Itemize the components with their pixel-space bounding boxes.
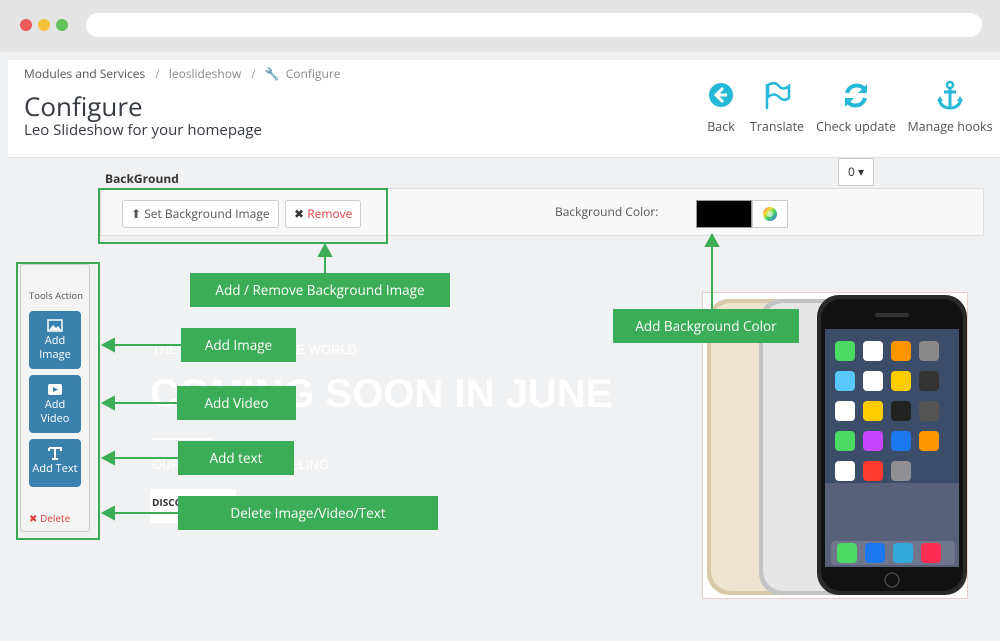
page-content: Modules and Services / leoslideshow / 🔧 Con… xyxy=(0,52,1000,641)
maximize-window-dot[interactable] xyxy=(56,19,68,31)
address-bar[interactable] xyxy=(86,13,982,37)
arrow-head xyxy=(100,337,115,353)
arrow-head xyxy=(704,232,720,247)
arrow-head xyxy=(100,505,115,521)
browser-titlebar xyxy=(0,0,1000,52)
arrow-head xyxy=(100,450,115,466)
close-window-dot[interactable] xyxy=(20,19,32,31)
callout-arrows xyxy=(100,232,720,521)
arrow-head xyxy=(317,242,333,257)
arrow-head xyxy=(100,395,115,411)
minimize-window-dot[interactable] xyxy=(38,19,50,31)
